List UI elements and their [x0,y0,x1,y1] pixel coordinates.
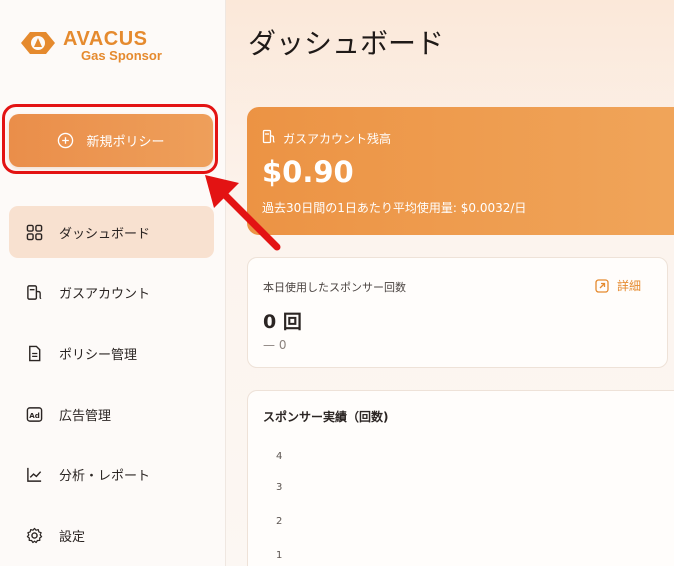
gas-balance-card: ガスアカウント残高 $0.90 過去30日間の1日あたり平均使用量: $0.00… [247,107,674,235]
svg-text:Ad: Ad [29,410,40,419]
logo-subtitle: Gas Sponsor [81,48,162,63]
today-count-delta: — 0 [263,338,287,352]
detail-link[interactable]: 詳細 [595,277,641,294]
gas-pump-icon [262,129,275,144]
sidebar: AVACUS Gas Sponsor 新規ポリシー ダッシュボード ガスアカウン… [0,0,226,566]
y-tick-label: 1 [276,550,283,561]
ad-icon: Ad [26,406,43,422]
detail-link-label: 詳細 [617,279,642,293]
sidebar-item-label: ガスアカウント [59,286,151,302]
sidebar-item-label: ポリシー管理 [59,347,138,363]
grid-icon [26,224,43,240]
y-tick-label: 3 [276,482,283,493]
balance-label: ガスアカウント残高 [262,129,392,147]
y-tick-label: 4 [276,451,283,462]
gear-icon [26,527,43,543]
sidebar-item-label: 広告管理 [59,408,112,424]
today-count-value: 0 回 [263,311,302,333]
sidebar-item-ads[interactable]: Ad 広告管理 [9,388,214,440]
today-count-label: 本日使用したスポンサー回数 [263,281,406,294]
sidebar-item-label: ダッシュボード [59,226,151,242]
balance-average-note: 過去30日間の1日あたり平均使用量: $0.0032/日 [262,201,527,215]
sidebar-item-policies[interactable]: ポリシー管理 [9,327,214,379]
balance-label-text: ガスアカウント残高 [283,132,392,146]
sponsor-performance-card: スポンサー実績（回数) 4 3 2 1 [247,390,674,566]
y-tick-label: 2 [276,516,283,527]
annotation-arrow [205,175,281,251]
main-content: ダッシュボード ガスアカウント残高 $0.90 過去30日間の1日あたり平均使用… [226,0,674,566]
sidebar-item-settings[interactable]: 設定 [9,509,214,561]
sidebar-item-dashboard[interactable]: ダッシュボード [9,206,214,258]
sidebar-item-gas-account[interactable]: ガスアカウント [9,266,214,318]
document-icon [29,345,41,361]
sidebar-item-label: 分析・レポート [59,468,151,484]
sidebar-item-analytics[interactable]: 分析・レポート [9,448,214,500]
today-sponsor-count-card: 本日使用したスポンサー回数 詳細 0 回 — 0 [247,257,668,368]
page-title: ダッシュボード [248,27,445,60]
chart-icon [27,467,42,482]
gas-pump-icon [27,284,42,300]
logo-icon [21,32,55,54]
logo[interactable]: AVACUS Gas Sponsor [18,26,178,66]
highlight-annotation [2,104,218,174]
performance-title: スポンサー実績（回数) [263,410,389,424]
sidebar-item-label: 設定 [59,529,86,545]
external-link-icon [595,278,609,293]
